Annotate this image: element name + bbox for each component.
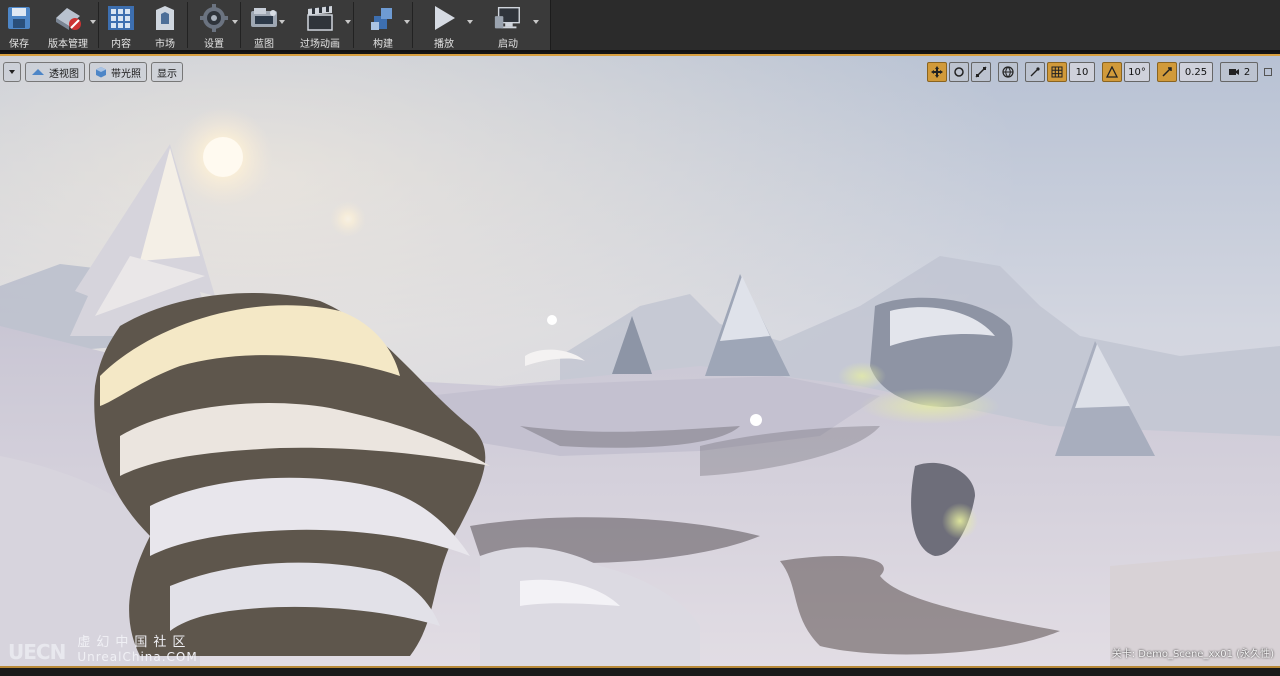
chevron-down-icon[interactable] [90, 20, 96, 24]
blueprint-icon [249, 3, 279, 33]
globe-icon [1002, 66, 1014, 78]
source-control-icon [53, 3, 83, 33]
content-button[interactable]: 内容 [99, 0, 143, 50]
lit-cube-icon [96, 67, 106, 78]
view-mode-label: 带光照 [111, 68, 141, 80]
cinematics-icon [305, 3, 335, 33]
blueprint-button[interactable]: 蓝图 [241, 0, 287, 50]
world-local-toggle[interactable] [998, 62, 1018, 82]
viewport-right-controls: 10 10° 0.25 2 [927, 62, 1276, 82]
camera-speed-value: 2 [1243, 66, 1251, 78]
chevron-down-icon[interactable] [467, 20, 473, 24]
chevron-down-icon[interactable] [279, 20, 285, 24]
move-icon [931, 66, 943, 78]
rotate-icon [954, 67, 964, 77]
content-label: 内容 [111, 39, 131, 50]
save-button[interactable]: 保存 [0, 0, 38, 50]
grid-icon [1051, 66, 1063, 78]
watermark: UECN 虚幻中国社区 UnrealChina.COM [8, 631, 198, 664]
chevron-down-icon [9, 70, 15, 74]
surface-snap-button[interactable] [1025, 62, 1045, 82]
save-label: 保存 [9, 39, 29, 50]
scale-snap-value[interactable]: 0.25 [1179, 62, 1213, 82]
source-control-button[interactable]: 版本管理 [38, 0, 98, 50]
source-control-label: 版本管理 [48, 39, 88, 50]
level-viewport[interactable]: 透视图 带光照 显示 10 10° 0.25 2 UECN 虚幻中国社区 Unr… [0, 54, 1280, 666]
viewport-options-button[interactable] [3, 62, 21, 82]
chevron-down-icon[interactable] [404, 20, 410, 24]
main-toolbar: 保存 版本管理 内容 市场 设置 蓝图 过场动画 构建 播放 启动 [0, 0, 551, 50]
blueprint-label: 蓝图 [254, 39, 274, 50]
grid-snap-value[interactable]: 10 [1069, 62, 1095, 82]
marketplace-icon [150, 3, 180, 33]
translate-mode-button[interactable] [927, 62, 947, 82]
marketplace-label: 市场 [155, 39, 175, 50]
viewport-bottom-border [0, 666, 1280, 676]
rotation-snap-value[interactable]: 10° [1124, 62, 1150, 82]
rotate-mode-button[interactable] [949, 62, 969, 82]
save-icon [4, 3, 34, 33]
build-label: 构建 [373, 39, 393, 50]
surface-snap-icon [1030, 67, 1040, 77]
scale-icon [975, 66, 987, 78]
rotation-snap-toggle[interactable] [1102, 62, 1122, 82]
settings-icon [199, 3, 229, 33]
chevron-down-icon[interactable] [533, 20, 539, 24]
maximize-viewport-button[interactable] [1260, 62, 1276, 82]
view-mode-button[interactable]: 带光照 [89, 62, 147, 82]
perspective-label: 透视图 [49, 68, 79, 80]
build-button[interactable]: 构建 [354, 0, 412, 50]
main-toolbar-bar: 保存 版本管理 内容 市场 设置 蓝图 过场动画 构建 播放 启动 [0, 0, 1280, 52]
scale-snap-toggle[interactable] [1157, 62, 1177, 82]
build-icon [368, 3, 398, 33]
launch-label: 启动 [498, 39, 518, 50]
maximize-icon [1264, 68, 1272, 76]
launch-button[interactable]: 启动 [475, 0, 541, 50]
cinematics-label: 过场动画 [300, 39, 340, 50]
scale-snap-icon [1162, 67, 1172, 77]
grid-snap-toggle[interactable] [1047, 62, 1067, 82]
cinematics-button[interactable]: 过场动画 [287, 0, 353, 50]
angle-icon [1106, 66, 1118, 78]
camera-speed-button[interactable]: 2 [1220, 62, 1258, 82]
viewport-scene[interactable] [0, 56, 1280, 666]
perspective-icon [32, 69, 44, 75]
marketplace-button[interactable]: 市场 [143, 0, 187, 50]
show-flags-label: 显示 [157, 68, 177, 80]
camera-icon [1228, 69, 1239, 75]
watermark-logo: UECN [8, 640, 66, 664]
current-level-label: 关卡: Demo_Scene_xx01 (永久性) [1111, 649, 1274, 660]
content-icon [106, 3, 136, 33]
launch-icon [493, 3, 523, 33]
show-flags-button[interactable]: 显示 [151, 62, 183, 82]
watermark-english: UnrealChina.COM [77, 650, 198, 664]
settings-label: 设置 [204, 39, 224, 50]
watermark-chinese: 虚幻中国社区 [77, 635, 192, 650]
scale-mode-button[interactable] [971, 62, 991, 82]
play-icon [429, 3, 459, 33]
play-button[interactable]: 播放 [413, 0, 475, 50]
perspective-button[interactable]: 透视图 [25, 62, 85, 82]
viewport-left-controls: 透视图 带光照 显示 [3, 62, 183, 82]
chevron-down-icon[interactable] [345, 20, 351, 24]
settings-button[interactable]: 设置 [188, 0, 240, 50]
play-label: 播放 [434, 39, 454, 50]
chevron-down-icon[interactable] [232, 20, 238, 24]
